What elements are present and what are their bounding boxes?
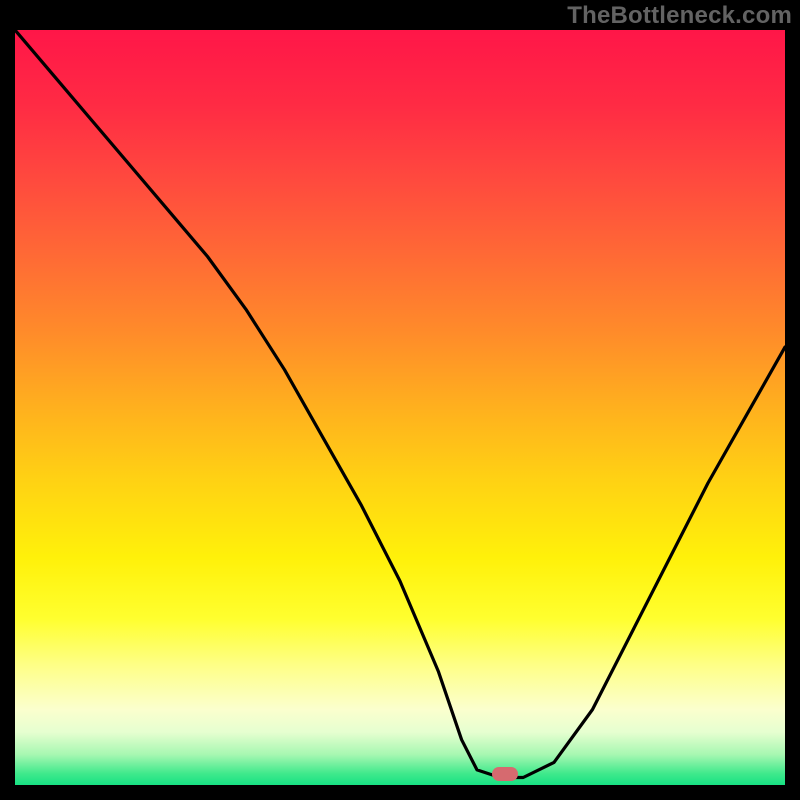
bottleneck-curve [15,30,785,785]
chart-frame: TheBottleneck.com [0,0,800,800]
optimal-marker [492,767,518,781]
watermark-text: TheBottleneck.com [567,2,792,30]
plot-area [15,30,785,785]
